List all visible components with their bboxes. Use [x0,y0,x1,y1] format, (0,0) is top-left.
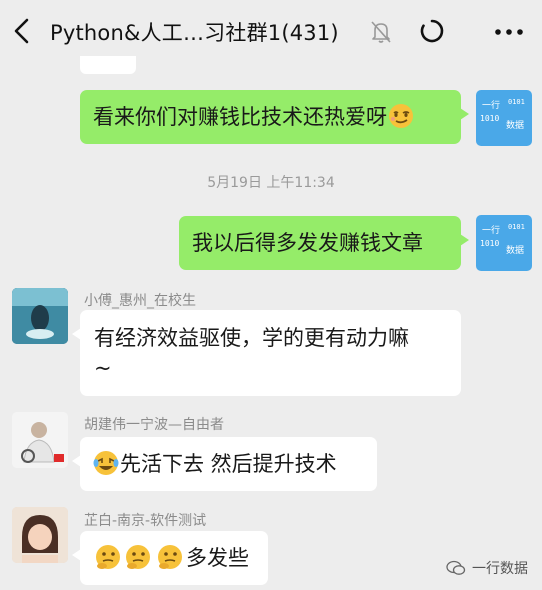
message-text: 看来你们对赚钱比技术还热爱呀 [93,105,387,129]
watermark-text: 一行数据 [472,561,528,577]
laughing-tears-emoji-icon [93,451,119,475]
previous-message-bubble [80,56,136,74]
back-icon[interactable] [10,16,34,46]
child-photo-icon [12,507,68,563]
chat-title: Python&人工…习社群1(431) [50,21,339,45]
mute-icon [371,21,391,43]
sender-avatar[interactable] [12,412,68,468]
sender-name: 胡建伟一宁波—自由者 [84,417,224,433]
chat-header: Python&人工…习社群1(431) [0,0,542,64]
message-bubble-other[interactable]: 先活下去 然后提升技术 [72,437,377,491]
thinking-emoji-icon [126,545,150,569]
sender-avatar[interactable] [12,507,68,563]
message-bubble-self[interactable]: 我以后得多发发赚钱文章 [179,216,469,270]
more-icon[interactable] [494,28,524,36]
thinking-emoji-icon [96,545,120,569]
self-avatar[interactable]: 一行 0101 1010 数据 [476,215,532,271]
message-text: 有经济效益驱使，学的更有动力嘛 [94,326,409,350]
message-bubble-other[interactable]: 有经济效益驱使，学的更有动力嘛 ~ [72,310,461,396]
underwater-photo-icon [12,288,68,344]
watermark: 一行数据 [446,558,528,578]
message-text: 先活下去 然后提升技术 [120,452,337,476]
thinking-emoji-icon [158,545,182,569]
sender-avatar[interactable] [12,288,68,344]
message-text: ~ [94,356,112,380]
message-text: 多发些 [186,546,249,570]
loading-icon [420,19,444,43]
message-bubble-other[interactable]: 多发些 [72,531,268,585]
sender-name: 小傅_惠州_在校生 [84,293,196,309]
message-text: 我以后得多发发赚钱文章 [192,231,423,255]
wechat-logo-icon [446,560,466,575]
person-photo-icon [12,412,68,468]
smirk-emoji-icon [389,104,413,128]
self-avatar[interactable]: 一行 0101 1010 数据 [476,90,532,146]
message-timestamp: 5月19日 上午11:34 [207,175,335,191]
sender-name: 芷白-南京-软件测试 [84,513,207,529]
message-bubble-self[interactable]: 看来你们对赚钱比技术还热爱呀 [80,90,469,144]
